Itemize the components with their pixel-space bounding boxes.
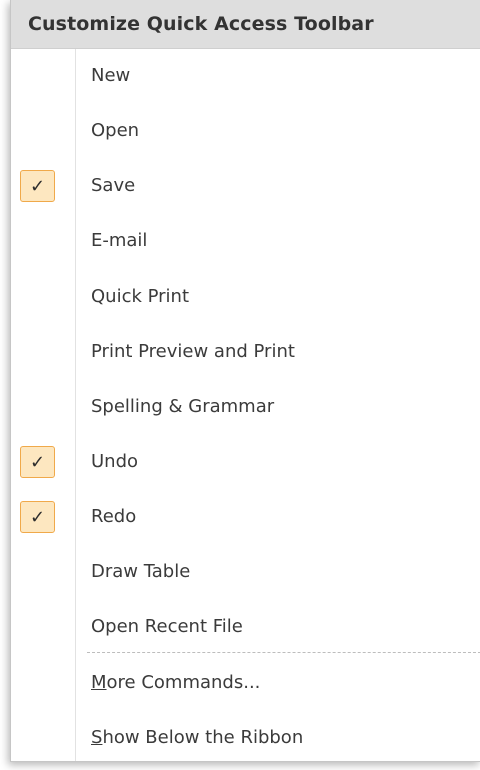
menu-item-undo[interactable]: ✓ Undo xyxy=(11,442,480,480)
menu-item-label: Open Recent File xyxy=(91,615,243,637)
menu-item-redo[interactable]: ✓ Redo xyxy=(11,497,480,535)
menu-item-label: Quick Print xyxy=(91,285,190,307)
checkmark-icon: ✓ xyxy=(20,170,55,202)
menu-item-label: Print Preview and Print xyxy=(91,340,295,362)
menu-item-more-commands[interactable]: More Commands... xyxy=(11,663,480,701)
menu-item-label: New xyxy=(91,64,131,86)
menu-item-label: Open xyxy=(91,119,140,141)
customize-quick-access-toolbar-menu: Customize Quick Access Toolbar New Open … xyxy=(10,0,480,762)
menu-item-label: Draw Table xyxy=(91,560,191,582)
menu-item-open[interactable]: Open xyxy=(11,111,480,149)
menu-item-show-below-ribbon[interactable]: Show Below the Ribbon xyxy=(11,718,480,756)
menu-item-label: Spelling & Grammar xyxy=(91,395,275,417)
menu-item-open-recent-file[interactable]: Open Recent File xyxy=(11,607,480,645)
menu-item-email[interactable]: E-mail xyxy=(11,221,480,259)
menu-item-print-preview[interactable]: Print Preview and Print xyxy=(11,332,480,370)
menu-item-save[interactable]: ✓ Save xyxy=(11,166,480,204)
menu-item-label: Save xyxy=(91,174,136,196)
menu-separator xyxy=(87,652,480,653)
menu-item-label: Show Below the Ribbon xyxy=(91,726,304,748)
menu-item-quick-print[interactable]: Quick Print xyxy=(11,277,480,315)
checkmark-icon: ✓ xyxy=(20,446,55,478)
menu-title: Customize Quick Access Toolbar xyxy=(11,0,480,49)
menu-item-label: Redo xyxy=(91,505,137,527)
menu-item-label: More Commands... xyxy=(91,671,261,693)
menu-item-draw-table[interactable]: Draw Table xyxy=(11,552,480,590)
menu-item-new[interactable]: New xyxy=(11,56,480,94)
menu-item-spelling-grammar[interactable]: Spelling & Grammar xyxy=(11,387,480,425)
checkmark-icon: ✓ xyxy=(20,501,55,533)
menu-item-label: E-mail xyxy=(91,229,148,251)
menu-item-label: Undo xyxy=(91,450,139,472)
